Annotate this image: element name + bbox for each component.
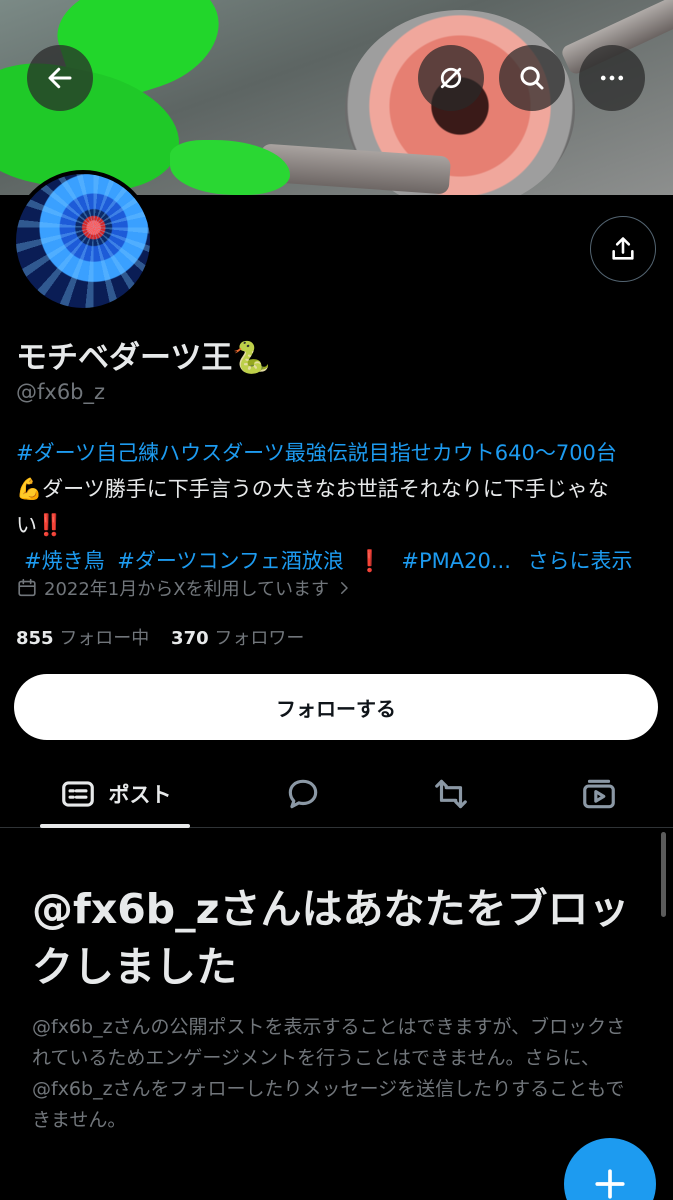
chevron-right-icon <box>341 582 348 594</box>
grok-icon <box>440 67 462 89</box>
followers-count: 370 <box>171 628 209 649</box>
posts-icon <box>61 781 94 807</box>
more-icon <box>600 75 624 81</box>
joined-text: 2022年1月からXを利用しています <box>44 579 330 600</box>
arrow-left-icon <box>48 67 72 89</box>
media-icon <box>583 779 615 809</box>
profile-bio: #ダーツ自己練ハウスダーツ最強伝説目指せカウト640〜700台 💪ダーツ勝手に下… <box>16 435 661 579</box>
search-button[interactable] <box>499 45 565 111</box>
followers-stat[interactable]: 370 フォロワー <box>171 628 304 649</box>
profile-banner[interactable] <box>0 0 673 195</box>
tab-posts[interactable]: ポスト <box>40 760 190 828</box>
back-button[interactable] <box>27 45 93 111</box>
grok-button[interactable] <box>418 45 484 111</box>
compose-button[interactable] <box>564 1138 656 1200</box>
calendar-icon <box>18 578 36 597</box>
bio-show-more-link[interactable]: さらに表示 <box>528 549 633 573</box>
plus-icon <box>595 1169 625 1199</box>
bio-hashtag[interactable]: #焼き鳥 <box>24 549 105 573</box>
bio-hashtag[interactable]: #ダーツコンフェ酒放浪 <box>117 549 344 573</box>
following-stat[interactable]: 855 フォロー中 <box>16 628 149 649</box>
share-icon <box>612 237 634 260</box>
profile-name: モチベダーツ王🐍 <box>16 340 271 376</box>
profile-tabs: ポスト <box>0 760 673 828</box>
repost-icon <box>435 779 467 809</box>
followers-label: フォロワー <box>214 628 305 649</box>
profile-handle: @fx6b_z <box>16 380 106 404</box>
blocked-description: @fx6b_zさんの公開ポストを表示することはできますが、ブロックされているため… <box>32 1016 626 1131</box>
following-count: 855 <box>16 628 54 649</box>
follow-stats: 855 フォロー中 370 フォロワー <box>16 624 304 650</box>
search-icon <box>520 66 544 90</box>
bio-text-line: い‼️ <box>16 513 64 537</box>
tab-reposts[interactable] <box>416 760 486 828</box>
reply-icon <box>288 779 318 809</box>
bio-hashtag[interactable]: #PMA20... <box>401 549 511 573</box>
follow-button[interactable]: フォローする <box>14 674 658 740</box>
tab-replies[interactable] <box>268 760 338 828</box>
tab-posts-label: ポスト <box>108 783 172 807</box>
joined-date[interactable]: 2022年1月からXを利用しています <box>16 575 353 601</box>
avatar-pattern <box>16 174 150 308</box>
bio-emoji: ❗ <box>356 549 383 573</box>
tab-media[interactable] <box>564 760 634 828</box>
profile-avatar[interactable] <box>12 170 154 312</box>
more-button[interactable] <box>579 45 645 111</box>
scrollbar[interactable] <box>661 832 666 917</box>
blocked-title: @fx6b_zさんはあなたをブロックしました <box>32 885 630 991</box>
following-label: フォロー中 <box>59 628 150 649</box>
bio-hashtag-line[interactable]: #ダーツ自己練ハウスダーツ最強伝説目指せカウト640〜700台 <box>16 435 661 471</box>
bio-text-line: 💪ダーツ勝手に下手言うの大きなお世話それなりに下手じゃな <box>16 477 609 501</box>
share-button[interactable] <box>590 216 656 282</box>
